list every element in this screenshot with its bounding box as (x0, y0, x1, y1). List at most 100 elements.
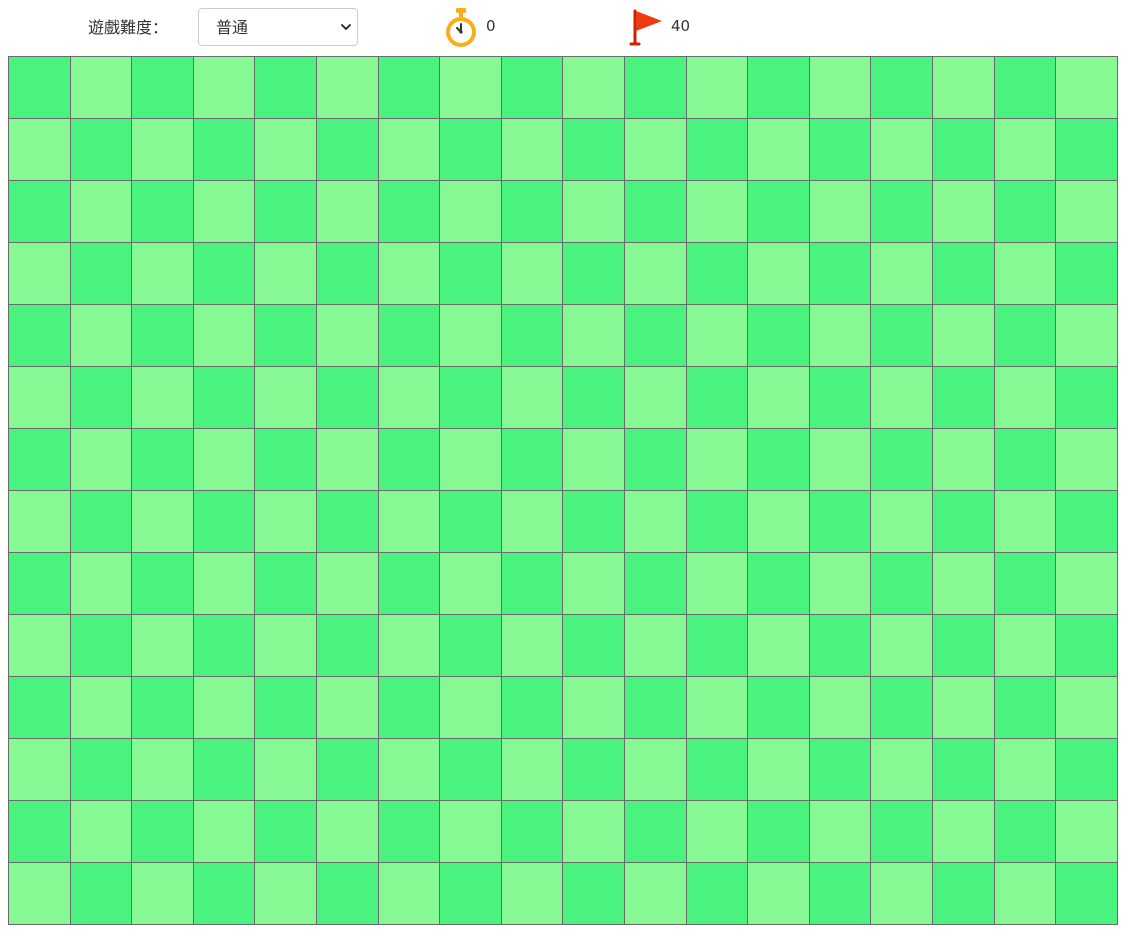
board-cell[interactable] (316, 553, 379, 615)
board-cell[interactable] (563, 801, 625, 863)
board-cell[interactable] (378, 429, 441, 491)
board-cell[interactable] (932, 243, 995, 305)
board-cell[interactable] (563, 243, 625, 305)
board-cell[interactable] (501, 119, 564, 181)
board-cell[interactable] (132, 429, 194, 491)
board-cell[interactable] (501, 863, 564, 925)
board-cell[interactable] (9, 553, 71, 615)
board-cell[interactable] (255, 615, 317, 677)
board-cell[interactable] (440, 801, 502, 863)
board-cell[interactable] (624, 429, 687, 491)
board-cell[interactable] (932, 367, 995, 429)
board-cell[interactable] (193, 739, 256, 801)
board-cell[interactable] (871, 119, 933, 181)
board-cell[interactable] (255, 491, 317, 553)
board-cell[interactable] (501, 429, 564, 491)
board-cell[interactable] (255, 801, 317, 863)
board-cell[interactable] (686, 429, 749, 491)
board-cell[interactable] (70, 57, 133, 119)
board-cell[interactable] (563, 677, 625, 739)
board-cell[interactable] (9, 119, 71, 181)
board-cell[interactable] (809, 429, 872, 491)
board-cell[interactable] (501, 57, 564, 119)
board-cell[interactable] (809, 243, 872, 305)
board-cell[interactable] (932, 181, 995, 243)
board-cell[interactable] (501, 801, 564, 863)
board-cell[interactable] (871, 367, 933, 429)
board-cell[interactable] (70, 429, 133, 491)
board-cell[interactable] (70, 491, 133, 553)
board-cell[interactable] (9, 677, 71, 739)
board-cell[interactable] (378, 57, 441, 119)
board-cell[interactable] (193, 367, 256, 429)
board-cell[interactable] (255, 553, 317, 615)
board-cell[interactable] (994, 553, 1057, 615)
board-cell[interactable] (748, 739, 810, 801)
board-cell[interactable] (686, 491, 749, 553)
board-cell[interactable] (132, 491, 194, 553)
board-cell[interactable] (193, 801, 256, 863)
board-cell[interactable] (994, 119, 1057, 181)
board-cell[interactable] (440, 181, 502, 243)
board-cell[interactable] (748, 305, 810, 367)
board-cell[interactable] (563, 305, 625, 367)
board-cell[interactable] (809, 367, 872, 429)
board-cell[interactable] (871, 615, 933, 677)
board-cell[interactable] (994, 181, 1057, 243)
board-cell[interactable] (378, 491, 441, 553)
board-cell[interactable] (809, 491, 872, 553)
board-cell[interactable] (994, 491, 1057, 553)
board-cell[interactable] (871, 243, 933, 305)
board-cell[interactable] (501, 181, 564, 243)
board-cell[interactable] (9, 305, 71, 367)
board-cell[interactable] (193, 491, 256, 553)
board-cell[interactable] (809, 801, 872, 863)
board-cell[interactable] (686, 243, 749, 305)
board-cell[interactable] (994, 243, 1057, 305)
board-cell[interactable] (70, 367, 133, 429)
board-cell[interactable] (255, 57, 317, 119)
board-cell[interactable] (255, 305, 317, 367)
board-cell[interactable] (871, 553, 933, 615)
board-cell[interactable] (1056, 491, 1118, 553)
board-cell[interactable] (748, 615, 810, 677)
board-cell[interactable] (132, 119, 194, 181)
board-cell[interactable] (563, 119, 625, 181)
board-cell[interactable] (1056, 553, 1118, 615)
board-cell[interactable] (686, 863, 749, 925)
board-cell[interactable] (70, 863, 133, 925)
board-cell[interactable] (809, 181, 872, 243)
board-cell[interactable] (501, 677, 564, 739)
board-cell[interactable] (1056, 367, 1118, 429)
board-cell[interactable] (994, 801, 1057, 863)
board-cell[interactable] (563, 491, 625, 553)
board-cell[interactable] (70, 305, 133, 367)
board-cell[interactable] (440, 305, 502, 367)
board-cell[interactable] (378, 181, 441, 243)
board-cell[interactable] (624, 305, 687, 367)
board-cell[interactable] (563, 739, 625, 801)
board-cell[interactable] (316, 739, 379, 801)
board-cell[interactable] (748, 491, 810, 553)
board-cell[interactable] (440, 553, 502, 615)
board-cell[interactable] (932, 863, 995, 925)
board-cell[interactable] (255, 181, 317, 243)
board-cell[interactable] (316, 181, 379, 243)
board-cell[interactable] (70, 181, 133, 243)
board-cell[interactable] (316, 863, 379, 925)
board-cell[interactable] (378, 367, 441, 429)
board-cell[interactable] (193, 429, 256, 491)
board-cell[interactable] (624, 615, 687, 677)
board-cell[interactable] (440, 739, 502, 801)
board-cell[interactable] (9, 863, 71, 925)
board-cell[interactable] (9, 429, 71, 491)
board-cell[interactable] (563, 367, 625, 429)
board-cell[interactable] (316, 429, 379, 491)
board-cell[interactable] (132, 677, 194, 739)
board-cell[interactable] (686, 119, 749, 181)
board-cell[interactable] (440, 677, 502, 739)
board-cell[interactable] (624, 553, 687, 615)
board-cell[interactable] (193, 615, 256, 677)
board-cell[interactable] (70, 739, 133, 801)
board-cell[interactable] (132, 305, 194, 367)
